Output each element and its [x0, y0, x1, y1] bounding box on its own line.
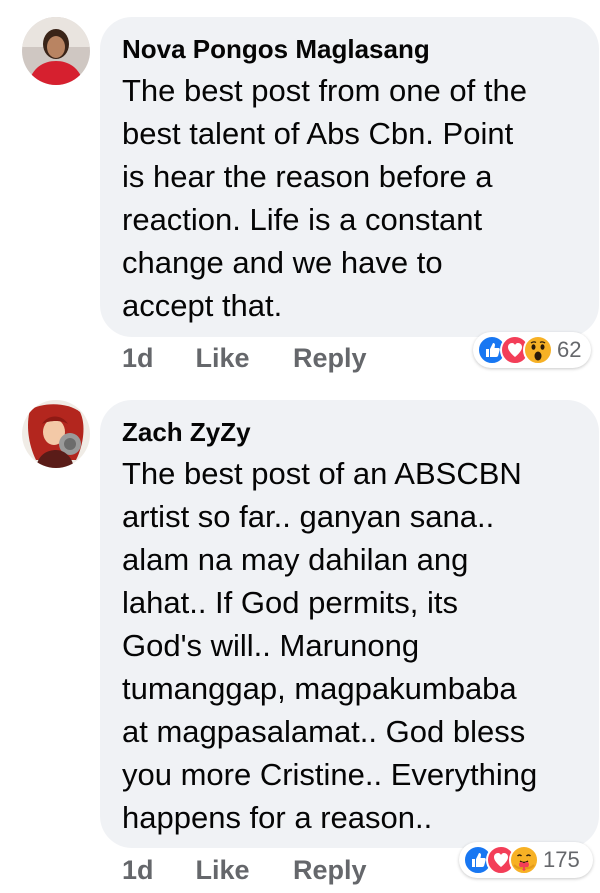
comment-text-line: accept that. — [122, 288, 283, 323]
comment-text-line: artist so far.. ganyan sana.. — [122, 499, 495, 534]
reaction-summary[interactable]: 62 — [473, 332, 591, 368]
like-button[interactable]: Like — [196, 343, 286, 374]
reaction-count: 175 — [543, 847, 580, 872]
comment-text: The best post from one of the best talen… — [122, 69, 579, 327]
comment-text-line: is hear the reason before a — [122, 159, 493, 194]
comment-timestamp[interactable]: 1d — [122, 855, 188, 886]
comment-text-line: alam na may dahilan ang — [122, 542, 469, 577]
comment-actions: 1d Like Reply — [122, 855, 367, 886]
comment-text-line: best talent of Abs Cbn. Point — [122, 116, 514, 151]
comment-author[interactable]: Nova Pongos Maglasang — [122, 33, 579, 65]
care-reaction-icon — [509, 845, 539, 875]
comment-text-line: God's will.. Marunong — [122, 628, 420, 663]
comment-text: The best post of an ABSCBN artist so far… — [122, 452, 579, 839]
comment-text-line: you more Cristine.. Everything — [122, 757, 538, 792]
avatar-photo-icon — [22, 400, 90, 468]
reaction-summary[interactable]: 175 — [459, 842, 593, 878]
avatar[interactable] — [22, 17, 90, 85]
comment-timestamp[interactable]: 1d — [122, 343, 188, 374]
comment-text-line: reaction. Life is a constant — [122, 202, 483, 237]
comment-text-line: The best post from one of the — [122, 73, 527, 108]
comment-bubble: Zach ZyZy The best post of an ABSCBN art… — [100, 400, 599, 848]
comment-actions: 1d Like Reply — [122, 343, 367, 374]
wow-reaction-icon — [523, 335, 553, 365]
like-button[interactable]: Like — [196, 855, 286, 886]
reply-button[interactable]: Reply — [293, 855, 367, 886]
avatar-photo-icon — [22, 17, 90, 85]
comment-text-line: lahat.. If God permits, its — [122, 585, 458, 620]
comment-text-line: change and we have to — [122, 245, 443, 280]
comment-text-line: The best post of an ABSCBN — [122, 456, 522, 491]
avatar[interactable] — [22, 400, 90, 468]
comment-bubble: Nova Pongos Maglasang The best post from… — [100, 17, 599, 337]
comment-author[interactable]: Zach ZyZy — [122, 416, 579, 448]
comment-text-line: tumanggap, magpakumbaba — [122, 671, 517, 706]
comment-text-line: happens for a reason.. — [122, 800, 433, 835]
comment-text-line: at magpasalamat.. God bless — [122, 714, 526, 749]
reply-button[interactable]: Reply — [293, 343, 367, 374]
reaction-count: 62 — [557, 337, 582, 362]
